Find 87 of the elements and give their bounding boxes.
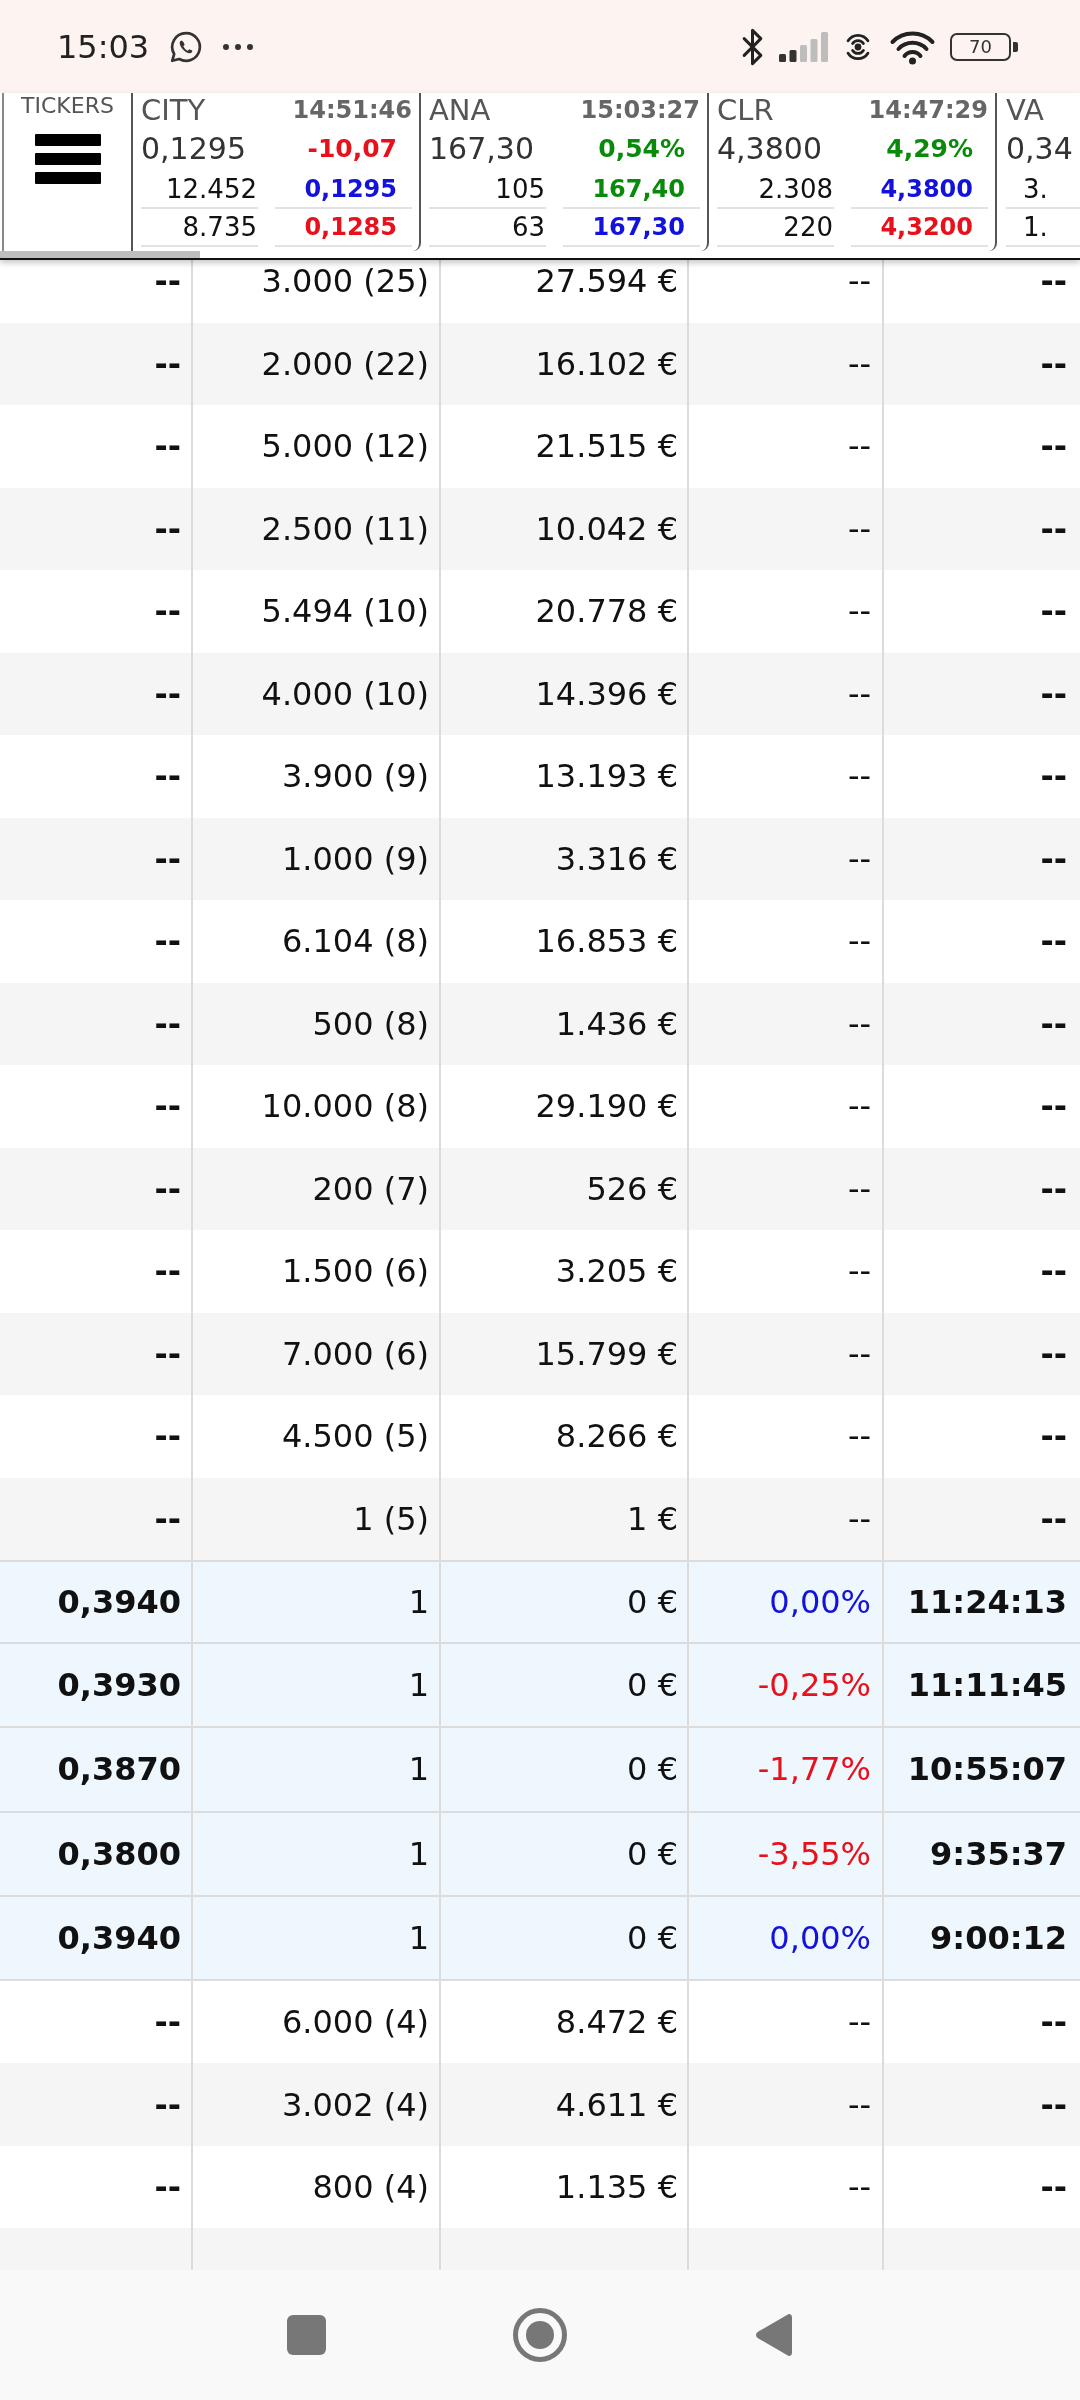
book-volume: 1. [1006,209,1080,247]
table-cell: 1 [193,1562,441,1643]
table-cell-text: -- [1039,2167,1068,2209]
table-cell-text: -- [1039,1168,1068,1210]
back-icon[interactable] [755,2313,793,2357]
ticker-symbol: VA [1006,95,1044,125]
ticker-card[interactable]: CLR 14:47:29 4,3800 4,29% 2.308 4,3800 220 4,3200 [709,93,997,251]
table-cell-text: -- [1039,756,1068,798]
table-cell: 0 € [441,1896,689,1979]
square-icon[interactable] [286,2315,326,2355]
ticker-change: -10,07 [307,133,397,163]
ticker-time: 15:03:27 [580,95,700,125]
book-volume: 2.308 [717,171,834,209]
ticker-price: 0,1295 [141,130,246,166]
table-cell-text: -- [1039,1416,1068,1458]
book-volume: 220 [717,209,834,247]
table-cell-text: -- [1039,1251,1068,1293]
signal-icon [779,31,828,62]
book-volume: 63 [429,209,546,247]
tickers-label: TICKERS [21,93,114,119]
table-cell: 0 € [441,1644,689,1727]
table-cell-text: 11:11:45 [906,1665,1068,1707]
book-volume: 8.735 [141,209,258,247]
table-cell: -3,55% [689,1812,884,1895]
table-cell-text: -- [1039,673,1068,715]
menu-icon[interactable] [34,134,101,184]
table-cell-text: 9:00:12 [929,1917,1068,1959]
book-price: 167,40 [563,171,700,209]
table-cell: 0,3930 [0,1644,193,1727]
table-cell-text: -- [1039,921,1068,963]
ticker-time: 14:51:46 [292,95,412,125]
table-cell-text: -- [1039,508,1068,550]
table-cell-text: -- [1039,1498,1068,1540]
table-cell: 0 € [441,1728,689,1811]
ticker-card[interactable]: CITY 14:51:46 0,1295 -10,07 12.452 0,1295 8.735 0,1285 [133,93,421,251]
table-cell: -0,25% [689,1644,884,1727]
book-price: 4,3800 [851,171,988,209]
table-cell-text: -- [1039,2084,1068,2126]
book-volume: 3. [1006,171,1080,209]
table-cell: 0 € [441,1562,689,1643]
table-cell-text: -- [1039,261,1068,303]
table-cell: 0,00% [689,1562,884,1643]
ticker-card[interactable]: ANA 15:03:27 167,30 0,54% 105 167,40 63 167,30 [421,93,709,251]
ticker-symbol: ANA [429,95,491,125]
status-time: 15:03 [57,26,150,67]
table-cell-text: 11:24:13 [906,1582,1068,1624]
ticker-price: 167,30 [429,130,534,166]
book-price: 0,1295 [275,171,412,209]
table-cell-text: -- [1039,426,1068,468]
ticker-symbol: CITY [141,95,206,125]
table-cell-text: 9:35:37 [929,1833,1068,1875]
ticker-price: 4,3800 [717,130,822,166]
ticker-price: 0,34 [1006,130,1073,166]
table-cell: 0,3940 [0,1896,193,1979]
table-cell: 0 € [441,1812,689,1895]
book-price: 4,3200 [851,209,988,247]
book-price: 0,1285 [275,209,412,247]
book-volume: 105 [429,171,546,209]
ticker-change: 4,29% [886,133,973,163]
table-cell: 0,3940 [0,1562,193,1643]
ticker-change: 0,54% [598,133,685,163]
table-cell: 1 [193,1644,441,1727]
ticker-time: 14:47:29 [868,95,988,125]
table-cell-text: -- [1039,343,1068,385]
battery-tip-icon [1013,41,1018,52]
table-cell-text: 10:55:07 [906,1749,1068,1791]
table-cell: 1 [193,1896,441,1979]
table-cell: 0,00% [689,1896,884,1979]
table-cell-text: -- [1039,838,1068,880]
more-icon [223,43,254,50]
book-volume: 12.452 [141,171,258,209]
table-cell-text: -- [1039,1003,1068,1045]
battery-level: 70 [950,32,1011,61]
ticker-symbol: CLR [717,95,774,125]
home-icon[interactable] [513,2308,567,2362]
table-cell-text: -- [1039,2002,1068,2044]
table-cell: 1 [193,1728,441,1811]
ticker-card[interactable]: VA 0,34 3. 1. [997,93,1080,251]
book-price: 167,30 [563,209,700,247]
table-cell: -1,77% [689,1728,884,1811]
table-cell: 0,3800 [0,1812,193,1895]
table-cell: 0,3870 [0,1728,193,1811]
scrollbar-thumb[interactable] [0,251,200,258]
table-cell-text: -- [1039,591,1068,633]
table-cell-text: -- [1039,1333,1068,1375]
table-cell-text: -- [1039,1086,1068,1128]
table-cell: 1 [193,1812,441,1895]
